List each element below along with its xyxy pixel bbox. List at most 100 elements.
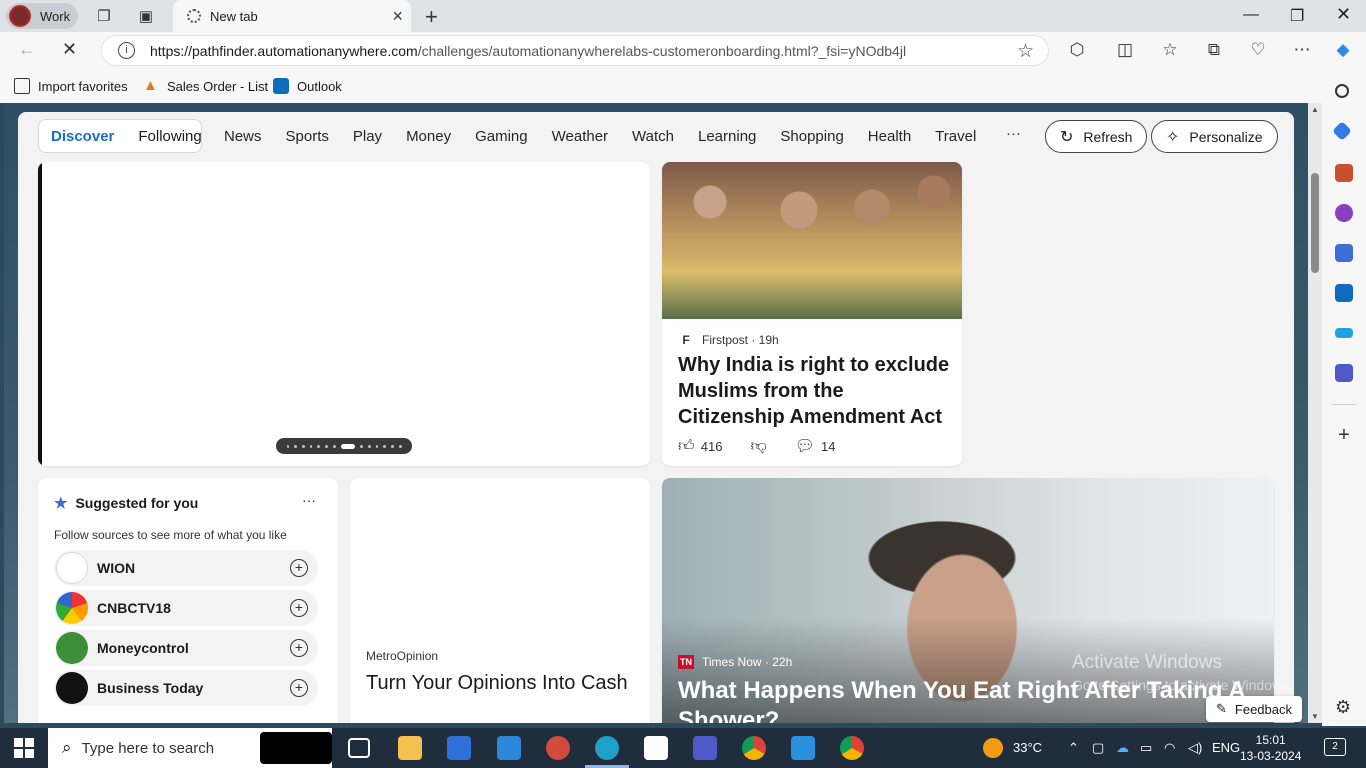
- source-row-business-today[interactable]: Business Today +: [54, 670, 318, 706]
- teams-icon[interactable]: [693, 736, 717, 760]
- favorites-icon[interactable]: ☆: [1160, 40, 1180, 60]
- favorite-sales-order[interactable]: ▲ Sales Order - List: [143, 78, 268, 94]
- follow-plus-icon[interactable]: +: [290, 639, 308, 657]
- pager-dot[interactable]: [332, 444, 336, 448]
- feedback-button[interactable]: ✎ Feedback: [1206, 696, 1302, 722]
- comment-icon[interactable]: 💬︎: [795, 436, 815, 456]
- file-explorer-icon[interactable]: [398, 736, 422, 760]
- pager-dot[interactable]: [383, 444, 387, 448]
- close-tab-icon[interactable]: ×: [392, 6, 403, 27]
- hero-carousel[interactable]: [38, 162, 650, 466]
- clock[interactable]: 15:01 13-03-2024: [1240, 732, 1301, 764]
- site-info-icon[interactable]: i: [118, 42, 135, 59]
- category-watch[interactable]: Watch: [632, 128, 674, 145]
- pager-dot[interactable]: [398, 444, 402, 448]
- battery-icon[interactable]: ▭: [1140, 740, 1152, 756]
- dislike-icon[interactable]: 👎︎: [750, 437, 766, 456]
- favorite-outlook[interactable]: Outlook: [273, 78, 342, 94]
- outlook-icon[interactable]: [1335, 284, 1353, 302]
- tab-discover[interactable]: Discover: [39, 128, 126, 145]
- page-scrollbar[interactable]: ▲ ▼: [1308, 103, 1322, 723]
- tools-icon[interactable]: [1335, 164, 1353, 182]
- sponsored-card[interactable]: MetroOpinion Turn Your Opinions Into Cas…: [350, 478, 650, 723]
- pager-dot[interactable]: [325, 444, 328, 448]
- split-screen-icon[interactable]: ◫: [1115, 40, 1135, 60]
- source-row-wion[interactable]: WION +: [54, 550, 318, 586]
- onedrive-icon[interactable]: ☁: [1116, 740, 1129, 756]
- games-icon[interactable]: [1335, 204, 1353, 222]
- follow-plus-icon[interactable]: +: [290, 599, 308, 617]
- pager-dot[interactable]: [294, 444, 297, 448]
- add-icon[interactable]: +: [1335, 425, 1353, 445]
- volume-icon[interactable]: ◁): [1188, 740, 1202, 756]
- pager-dot[interactable]: [360, 444, 363, 448]
- personalize-button[interactable]: ✧ Personalize: [1151, 120, 1278, 153]
- new-tab-button[interactable]: +: [425, 4, 438, 30]
- favorite-import[interactable]: Import favorites: [14, 78, 128, 94]
- follow-plus-icon[interactable]: +: [290, 559, 308, 577]
- weather-sun-icon[interactable]: [983, 738, 1003, 758]
- workspaces-icon[interactable]: ❐: [95, 7, 113, 25]
- category-health[interactable]: Health: [868, 128, 911, 145]
- tab-actions-icon[interactable]: ▣: [137, 7, 155, 25]
- url-text[interactable]: https://pathfinder.automationanywhere.co…: [150, 43, 906, 59]
- settings-more-icon[interactable]: ⋯: [1292, 40, 1312, 60]
- source-row-moneycontrol[interactable]: Moneycontrol +: [54, 630, 318, 666]
- category-travel[interactable]: Travel: [935, 128, 976, 145]
- source-row-cnbctv18[interactable]: CNBCTV18 +: [54, 590, 318, 626]
- teams-icon[interactable]: [1335, 364, 1353, 382]
- category-weather[interactable]: Weather: [552, 128, 608, 145]
- address-bar[interactable]: i https://pathfinder.automationanywhere.…: [101, 35, 1049, 66]
- pager-dot[interactable]: [317, 444, 321, 448]
- pager-dot-active[interactable]: [340, 443, 356, 449]
- category-play[interactable]: Play: [353, 128, 382, 145]
- taskbar-search[interactable]: ⌕ Type here to search: [48, 728, 332, 768]
- pager-dot[interactable]: [391, 444, 394, 448]
- stop-loading-icon[interactable]: ✕: [62, 39, 77, 60]
- shopping-tag-icon[interactable]: [1332, 121, 1352, 141]
- notepad-icon[interactable]: [644, 736, 668, 760]
- category-sports[interactable]: Sports: [286, 128, 329, 145]
- wifi-icon[interactable]: ◠: [1164, 740, 1175, 756]
- favorite-star-icon[interactable]: ☆: [1017, 40, 1034, 63]
- ad-title[interactable]: Turn Your Opinions Into Cash: [366, 672, 628, 695]
- edge-icon[interactable]: [585, 736, 629, 768]
- like-icon[interactable]: 👍︎: [678, 437, 695, 456]
- close-window-icon[interactable]: ✕: [1336, 4, 1351, 25]
- pager-dot[interactable]: [309, 444, 313, 448]
- microsoft-store-icon[interactable]: [447, 736, 471, 760]
- tab-new-tab[interactable]: New tab ×: [173, 0, 411, 32]
- notification-center-icon[interactable]: 2: [1324, 738, 1346, 756]
- news-headline[interactable]: Why India is right to exclude Muslims fr…: [678, 352, 950, 430]
- vscode-icon[interactable]: [791, 736, 815, 760]
- drop-icon[interactable]: [1335, 328, 1353, 338]
- refresh-button[interactable]: ↻ Refresh: [1045, 120, 1148, 153]
- sidebar-settings-icon[interactable]: ⚙: [1335, 697, 1351, 718]
- copilot-icon[interactable]: ◆: [1333, 40, 1353, 60]
- search-icon[interactable]: [1335, 84, 1349, 98]
- carousel-pager[interactable]: [276, 438, 412, 454]
- restore-icon[interactable]: ❐: [1290, 6, 1304, 26]
- category-news[interactable]: News: [224, 128, 262, 145]
- more-categories-button[interactable]: ···: [1006, 125, 1021, 142]
- category-shopping[interactable]: Shopping: [780, 128, 843, 145]
- search-highlight-image[interactable]: [260, 732, 332, 764]
- collections-icon[interactable]: ⧉: [1204, 40, 1224, 60]
- microsoft-365-icon[interactable]: [1335, 244, 1353, 262]
- tab-following[interactable]: Following: [126, 128, 213, 145]
- category-money[interactable]: Money: [406, 128, 451, 145]
- windows-start-icon[interactable]: [14, 738, 34, 758]
- pager-dot[interactable]: [286, 444, 290, 448]
- scroll-thumb[interactable]: [1311, 173, 1319, 273]
- scroll-up-icon[interactable]: ▲: [1311, 105, 1319, 114]
- mail-icon[interactable]: [497, 736, 521, 760]
- pager-dot[interactable]: [367, 444, 371, 448]
- extensions-icon[interactable]: ⬡: [1067, 40, 1087, 60]
- pager-dot[interactable]: [375, 444, 379, 448]
- scroll-down-icon[interactable]: ▼: [1311, 712, 1319, 721]
- profile-button[interactable]: Work: [6, 3, 78, 29]
- category-learning[interactable]: Learning: [698, 128, 756, 145]
- news-card[interactable]: F Firstpost · 19h Why India is right to …: [662, 162, 962, 466]
- browser-essentials-icon[interactable]: ♡: [1248, 40, 1268, 60]
- back-icon[interactable]: ←: [18, 39, 36, 60]
